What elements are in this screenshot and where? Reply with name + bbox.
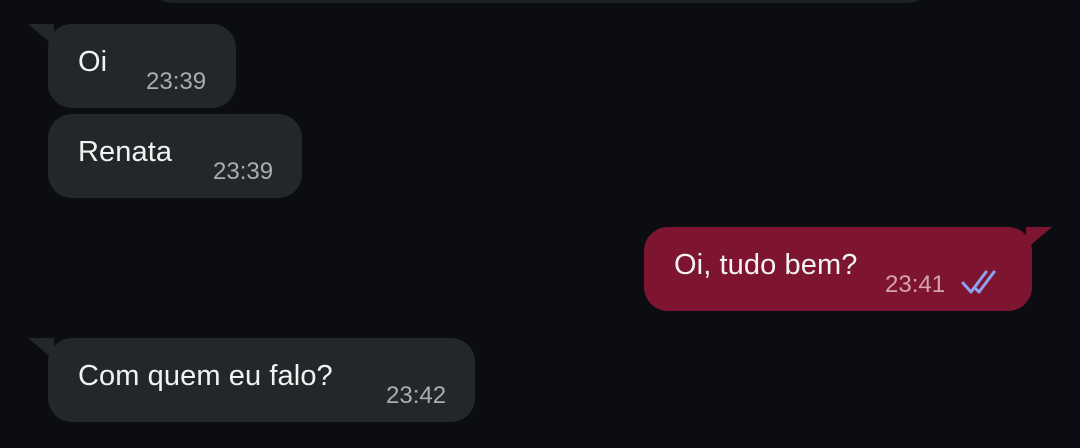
message-text: Oi, tudo bem? xyxy=(674,249,858,281)
bubble-tail xyxy=(28,338,54,360)
message-text: Oi xyxy=(78,46,108,78)
message-text: Com quem eu falo? xyxy=(78,360,333,392)
previous-message-bubble-edge xyxy=(150,0,930,3)
incoming-message[interactable]: Com quem eu falo? 23:42 xyxy=(28,338,475,422)
incoming-message[interactable]: Renata 23:39 xyxy=(48,114,302,198)
incoming-message[interactable]: Oi 23:39 xyxy=(28,24,236,108)
message-time: 23:41 xyxy=(885,271,946,298)
double-check-icon xyxy=(961,270,996,294)
message-time: 23:39 xyxy=(213,158,274,185)
message-text: Renata xyxy=(78,136,173,168)
message-time: 23:39 xyxy=(146,68,207,95)
outgoing-message[interactable]: Oi, tudo bem? 23:41 xyxy=(644,227,1052,311)
bubble-tail xyxy=(28,24,54,46)
message-time: 23:42 xyxy=(386,382,447,409)
bubble-tail xyxy=(1026,227,1052,249)
